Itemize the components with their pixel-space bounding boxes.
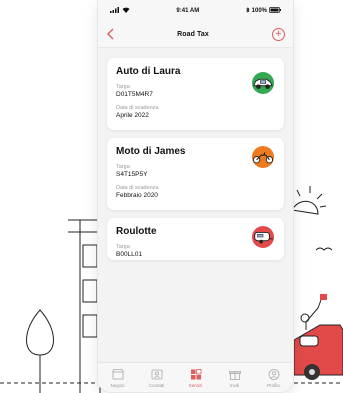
expiry-label: Data di scadenza	[116, 185, 159, 191]
flag-illustration	[320, 294, 327, 300]
tab-profilo[interactable]: Profilo	[259, 368, 289, 388]
expiry-value: Febbraio 2020	[116, 192, 158, 199]
caravan-icon	[252, 226, 274, 248]
services-icon	[189, 368, 203, 381]
battery-percent: 100%	[251, 8, 267, 14]
tab-contatti[interactable]: Contatti	[142, 368, 172, 388]
building-window	[82, 279, 98, 303]
signal-icon	[110, 7, 120, 15]
tab-negozi[interactable]: Negozi	[103, 368, 133, 388]
tab-inviti[interactable]: Inviti	[220, 368, 250, 388]
tab-servizi[interactable]: Servizi	[181, 368, 211, 388]
tab-label: Contatti	[148, 383, 165, 388]
wifi-icon	[122, 7, 130, 15]
tree-illustration	[26, 309, 54, 393]
status-bar: 9:41 AM 100%	[98, 0, 293, 22]
red-car-illustration	[293, 324, 343, 380]
vehicle-card-moto-di-james[interactable]: Moto di James Targa S4T15P5Y Data di sca…	[107, 138, 284, 210]
plate-value: B00LL01	[116, 251, 143, 258]
bird-illustration	[315, 247, 333, 251]
expiry-label: Data di scadenza	[116, 105, 159, 111]
add-vehicle-button[interactable]: +	[271, 28, 285, 41]
vehicle-card-roulotte[interactable]: Roulotte Targa B00LL01	[107, 218, 284, 260]
back-button[interactable]	[106, 28, 114, 42]
bluetooth-icon	[245, 7, 250, 15]
profile-icon	[267, 368, 281, 381]
plate-value: S4T15P5Y	[116, 171, 148, 178]
tab-bar: Negozi Contatti Servizi Inviti Profilo	[98, 362, 293, 392]
expiry-value: Aprile 2022	[116, 112, 149, 119]
chevron-left-icon	[107, 28, 114, 39]
contacts-icon	[150, 368, 164, 381]
tab-label: Servizi	[188, 383, 203, 388]
building-window	[82, 244, 98, 268]
car-icon	[252, 72, 274, 94]
tab-label: Negozi	[110, 383, 125, 388]
building-window	[82, 314, 98, 338]
navigation-bar: Road Tax +	[98, 22, 293, 48]
store-icon	[111, 368, 125, 381]
page-title: Road Tax	[177, 31, 209, 38]
plate-value: D01T5M4R7	[116, 91, 153, 98]
plus-icon: +	[275, 28, 282, 40]
motorbike-icon	[252, 146, 274, 168]
tab-label: Profilo	[267, 383, 280, 388]
status-time: 9:41 AM	[176, 8, 200, 14]
vehicle-list: Auto di Laura Targa D01T5M4R7 Data di sc…	[98, 48, 293, 260]
battery-icon	[269, 7, 281, 15]
sun-illustration	[291, 186, 327, 215]
gift-icon	[228, 368, 242, 381]
building-illustration	[68, 219, 101, 393]
phone-frame: 9:41 AM 100% Road Tax + Auto di Laura Ta…	[97, 0, 294, 393]
vehicle-card-auto-di-laura[interactable]: Auto di Laura Targa D01T5M4R7 Data di sc…	[107, 58, 284, 130]
tab-label: Inviti	[229, 383, 240, 388]
